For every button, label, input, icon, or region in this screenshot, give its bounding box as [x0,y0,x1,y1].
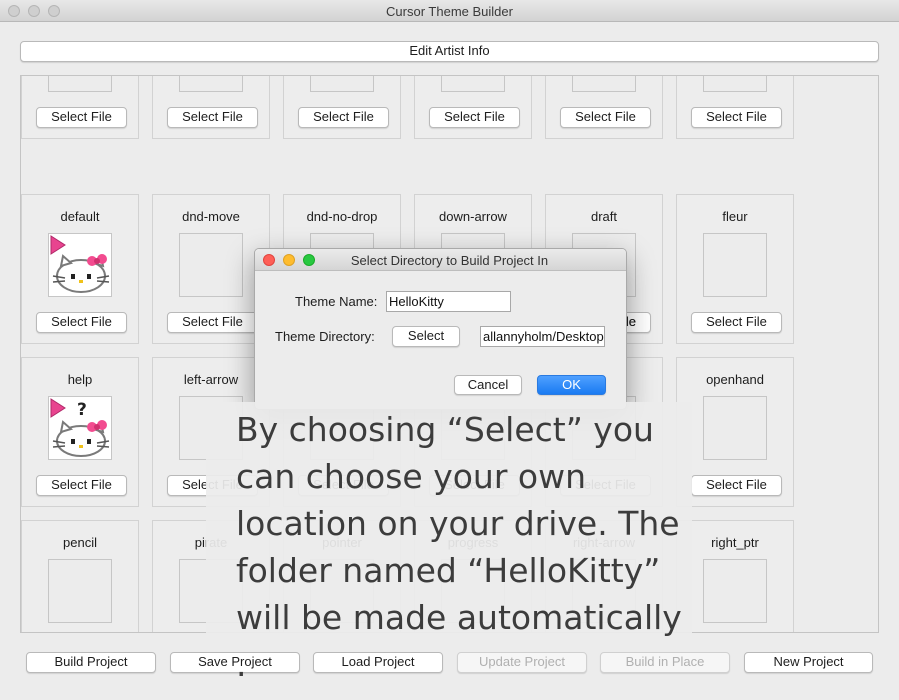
select-file-button[interactable]: Select File [560,107,651,128]
theme-name-label: Theme Name: [295,294,378,309]
ok-button[interactable]: OK [537,375,606,395]
cursor-name: draft [590,209,617,224]
cancel-button[interactable]: Cancel [454,375,522,395]
cursor-name: openhand [706,372,764,387]
cursor-preview[interactable] [179,233,243,297]
cursor-cell: Select File [676,76,794,139]
instruction-callout: By choosing “Select” you can choose your… [206,402,692,684]
hello-kitty-arrow-icon [49,234,111,296]
cursor-preview[interactable] [310,76,374,92]
cursor-preview[interactable] [703,233,767,297]
select-file-button[interactable]: Select File [36,475,127,496]
cursor-cell: Select File [283,76,401,139]
cursor-preview[interactable] [703,559,767,623]
cursor-cell-dnd-move: dnd-move Select File [152,194,270,344]
theme-directory-label: Theme Directory: [275,329,375,344]
instruction-text: By choosing “Select” you can choose your… [236,410,682,684]
new-project-button[interactable]: New Project [744,652,873,673]
select-file-button[interactable]: Select File [36,107,127,128]
cursor-name: pencil [63,535,97,550]
cursor-name: help [67,372,93,387]
select-file-button[interactable]: Select File [298,107,389,128]
hello-kitty-help-icon: ? [49,397,111,459]
cursor-cell: Select File [414,76,532,139]
cursor-cell-default: default Select File [21,194,139,344]
cursor-name: right_ptr [711,535,759,550]
cursor-name: dnd-no-drop [306,209,378,224]
cursor-name: dnd-move [182,209,240,224]
select-file-button[interactable]: Select File [36,312,127,333]
cursor-preview[interactable] [48,76,112,92]
select-file-button[interactable]: Select File [691,107,782,128]
select-file-button[interactable]: Select File [691,475,782,496]
dialog-title: Select Directory to Build Project In [350,253,549,268]
cursor-name: left-arrow [183,372,239,387]
window-titlebar: Cursor Theme Builder [0,0,899,22]
svg-text:?: ? [77,400,87,420]
cursor-preview[interactable] [48,559,112,623]
window-title: Cursor Theme Builder [386,4,513,19]
select-file-button[interactable]: Select File [167,312,258,333]
cursor-cell: Select File [21,76,139,139]
cursor-name: fleur [722,209,748,224]
partial-select-file-text: le [626,314,637,329]
cursor-preview[interactable] [572,76,636,92]
cursor-cell-right-ptr: right_ptr [676,520,794,632]
cursor-preview[interactable] [441,76,505,92]
cursor-preview[interactable] [48,233,112,297]
cursor-preview[interactable] [703,396,767,460]
select-directory-button[interactable]: Select [392,326,460,347]
cursor-cell: Select File [152,76,270,139]
cursor-cell: Select File [545,76,663,139]
edit-artist-info-button[interactable]: Edit Artist Info [20,41,879,62]
theme-name-input[interactable]: HelloKitty [386,291,511,312]
cursor-preview[interactable]: ? [48,396,112,460]
cursor-name: default [60,209,100,224]
select-file-button[interactable]: Select File [167,107,258,128]
cursor-name: down-arrow [439,209,507,224]
cursor-preview[interactable] [179,76,243,92]
cursor-cell-openhand: openhand Select File [676,357,794,507]
select-file-button[interactable]: Select File [429,107,520,128]
cursor-cell-help: help ? Select File [21,357,139,507]
dialog-titlebar: Select Directory to Build Project In [255,249,626,271]
theme-directory-field[interactable]: allannyholm/Desktop [480,326,605,347]
select-directory-dialog: Select Directory to Build Project In The… [254,248,627,410]
select-file-button[interactable]: Select File [691,312,782,333]
cursor-preview[interactable] [703,76,767,92]
cursor-cell-fleur: fleur Select File [676,194,794,344]
cursor-cell-pencil: pencil [21,520,139,632]
build-project-button[interactable]: Build Project [26,652,156,673]
